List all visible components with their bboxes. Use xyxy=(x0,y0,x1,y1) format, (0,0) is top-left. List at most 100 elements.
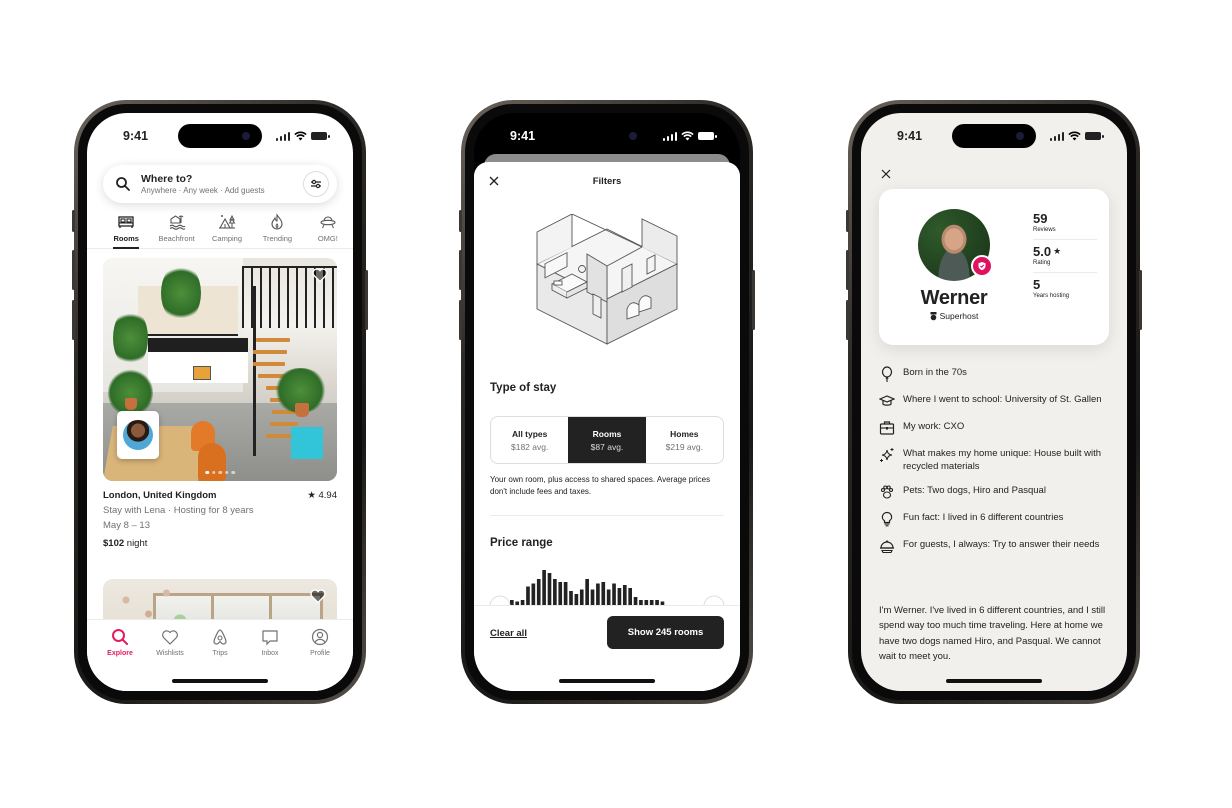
sheet-header: Filters xyxy=(474,162,740,200)
category-label: OMG! xyxy=(317,234,338,243)
superhost-label: Superhost xyxy=(930,311,978,321)
phone-filters: 9:41 Filters Type of stay All types $182… xyxy=(459,100,755,704)
clear-all-link[interactable]: Clear all xyxy=(490,628,527,639)
action-button xyxy=(72,210,75,232)
superhost-badge-icon xyxy=(971,255,993,277)
search-title: Where to? xyxy=(141,173,193,185)
host-avatar xyxy=(123,420,153,450)
category-trending[interactable]: Trending xyxy=(252,213,302,248)
wishlist-heart-icon[interactable] xyxy=(309,587,327,605)
rooms-icon xyxy=(118,216,134,228)
volume-down-button xyxy=(459,300,462,340)
home-indicator[interactable] xyxy=(946,679,1042,683)
power-button xyxy=(365,270,368,330)
filters-button[interactable] xyxy=(303,171,329,197)
histogram-bar xyxy=(606,589,611,606)
wifi-icon xyxy=(681,131,694,141)
photo-pagination-dots xyxy=(205,470,235,474)
category-label: Beachfront xyxy=(158,234,195,243)
type-of-stay-description: Your own room, plus access to shared spa… xyxy=(490,475,711,496)
wifi-icon xyxy=(294,131,307,141)
category-camping[interactable]: Camping xyxy=(202,213,252,248)
close-icon[interactable] xyxy=(881,169,891,179)
balloon-icon xyxy=(881,366,893,382)
fact-school: Where I went to school: University of St… xyxy=(879,393,1109,409)
type-option-rooms[interactable]: Rooms $87 avg. xyxy=(568,417,646,463)
close-icon[interactable] xyxy=(488,175,500,187)
tab-label: Profile xyxy=(310,650,330,657)
ufo-icon xyxy=(320,216,336,229)
category-omg[interactable]: OMG! xyxy=(303,213,353,248)
histogram-bar xyxy=(622,585,627,606)
profile-icon xyxy=(311,628,329,646)
lightbulb-icon xyxy=(881,512,893,527)
host-avatar-card[interactable] xyxy=(117,411,159,459)
option-label: All types xyxy=(511,428,548,439)
tab-label: Explore xyxy=(107,650,133,657)
volume-up-button xyxy=(72,250,75,290)
cellular-signal-icon xyxy=(1049,131,1064,141)
room-illustration xyxy=(535,214,679,345)
sliders-icon xyxy=(311,179,321,189)
phone-explore: 9:41 Where to? Anywhere · Any week · Add… xyxy=(72,100,368,704)
search-bar[interactable]: Where to? Anywhere · Any week · Add gues… xyxy=(103,165,337,203)
star-icon: ★ xyxy=(307,490,316,501)
fact-guests: For guests, I always: Try to answer thei… xyxy=(879,538,1109,554)
host-name: Werner xyxy=(920,287,988,309)
tab-explore[interactable]: Explore xyxy=(98,628,142,691)
histogram-bar xyxy=(585,579,589,606)
dynamic-island xyxy=(565,124,649,148)
histogram-bar xyxy=(536,579,541,606)
option-price: $219 avg. xyxy=(665,441,703,452)
status-time: 9:41 xyxy=(123,129,149,143)
histogram-bar xyxy=(590,589,595,606)
fact-born: Born in the 70s xyxy=(879,366,1109,382)
category-rooms[interactable]: Rooms xyxy=(101,213,151,249)
power-button xyxy=(752,270,755,330)
airbnb-logo-icon xyxy=(213,629,227,645)
battery-icon xyxy=(1085,132,1104,140)
host-avatar xyxy=(918,209,993,281)
histogram-bar xyxy=(553,579,557,606)
wifi-icon xyxy=(1068,131,1081,141)
listing-price: $102 night xyxy=(103,538,148,549)
graduation-cap-icon xyxy=(879,395,895,406)
histogram-bar xyxy=(542,570,546,606)
dynamic-island xyxy=(178,124,262,148)
section-divider xyxy=(490,515,724,516)
option-price: $87 avg. xyxy=(590,441,624,452)
histogram-bar xyxy=(558,582,563,606)
type-of-stay-selector: All types $182 avg. Rooms $87 avg. Homes… xyxy=(490,416,724,464)
battery-icon xyxy=(311,132,330,140)
fact-pets: Pets: Two dogs, Hiro and Pasqual xyxy=(879,484,1109,500)
home-indicator[interactable] xyxy=(559,679,655,683)
histogram-bar xyxy=(547,573,552,606)
type-option-homes[interactable]: Homes $219 avg. xyxy=(646,417,723,463)
show-results-button[interactable]: Show 245 rooms xyxy=(607,616,724,649)
home-indicator[interactable] xyxy=(172,679,268,683)
phone-host-profile: 9:41 Werner Superhost 59 Reviews 5.0 ★ R… xyxy=(846,100,1142,704)
message-icon xyxy=(262,630,278,646)
wishlist-heart-icon[interactable] xyxy=(311,266,329,284)
filters-screen: 9:41 Filters Type of stay All types $182… xyxy=(474,113,740,691)
tab-profile[interactable]: Profile xyxy=(298,628,342,691)
star-icon: ★ xyxy=(1053,246,1062,256)
camping-icon xyxy=(219,214,236,229)
category-beachfront[interactable]: Beachfront xyxy=(151,213,201,248)
cellular-signal-icon xyxy=(275,131,290,141)
tab-label: Inbox xyxy=(261,650,279,657)
histogram-bar xyxy=(563,582,568,606)
option-label: Homes xyxy=(670,428,699,439)
action-button xyxy=(846,210,849,232)
histogram-bar xyxy=(612,583,616,606)
listing-info[interactable]: London, United Kingdom ★ 4.94 Stay with … xyxy=(103,490,337,549)
histogram-bar xyxy=(569,591,573,606)
search-icon xyxy=(116,177,130,191)
heart-icon xyxy=(162,630,178,645)
listing-photo[interactable] xyxy=(103,258,337,481)
status-time: 9:41 xyxy=(897,129,923,143)
type-option-all-types[interactable]: All types $182 avg. xyxy=(491,417,568,463)
battery-icon xyxy=(698,132,717,140)
power-button xyxy=(1139,270,1142,330)
category-bar: Rooms Beachfront Camping Trending OMG! xyxy=(87,213,353,249)
